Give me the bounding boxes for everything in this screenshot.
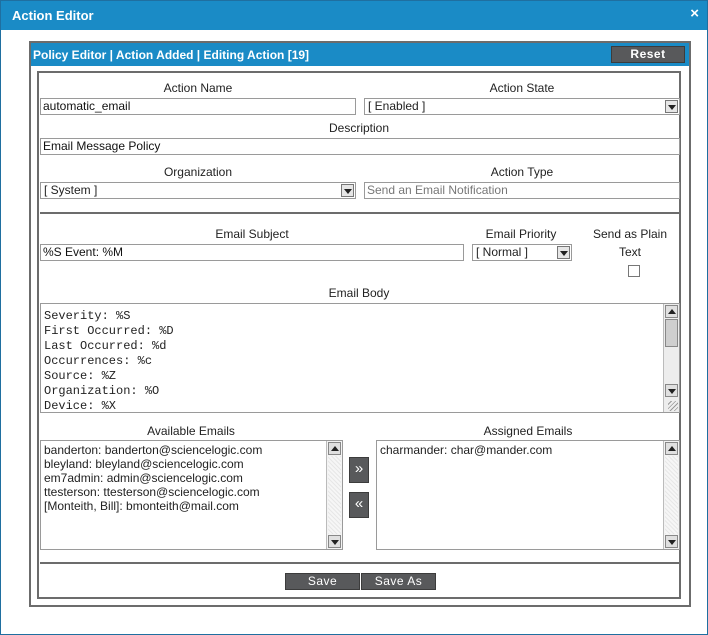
plain-text-label-2: Text — [618, 245, 641, 259]
list-item[interactable]: em7admin: admin@sciencelogic.com — [44, 471, 262, 485]
description-label: Description — [328, 121, 390, 135]
available-emails-scrollbar[interactable] — [326, 441, 342, 549]
email-body-scrollbar[interactable] — [663, 304, 679, 412]
scroll-down-icon[interactable] — [665, 384, 678, 397]
scroll-down-icon[interactable] — [665, 535, 678, 548]
double-chevron-right-icon[interactable]: » — [349, 457, 369, 483]
action-editor-window: Action Editor × Policy Editor | Action A… — [0, 0, 708, 635]
assigned-emails-list[interactable]: charmander: char@mander.com — [376, 440, 680, 550]
scroll-thumb[interactable] — [665, 319, 678, 347]
scroll-up-icon[interactable] — [665, 442, 678, 455]
list-item[interactable]: banderton: banderton@sciencelogic.com — [44, 443, 262, 457]
scroll-track[interactable] — [665, 456, 678, 534]
list-item[interactable]: charmander: char@mander.com — [380, 443, 552, 457]
email-priority-value: [ Normal ] — [476, 245, 529, 259]
panel-title: Policy Editor | Action Added | Editing A… — [33, 48, 310, 62]
action-name-label: Action Name — [163, 81, 233, 95]
action-type-label: Action Type — [490, 165, 554, 179]
chevron-down-icon[interactable] — [341, 184, 354, 197]
list-item[interactable]: ttesterson: ttesterson@sciencelogic.com — [44, 485, 262, 499]
save-as-button[interactable]: Save As — [361, 573, 436, 590]
list-item[interactable]: [Monteith, Bill]: bmonteith@mail.com — [44, 499, 262, 513]
action-name-input[interactable]: automatic_email — [40, 98, 356, 115]
policy-editor-panel: Policy Editor | Action Added | Editing A… — [29, 41, 691, 607]
window-title: Action Editor — [12, 8, 94, 23]
double-chevron-left-icon[interactable]: « — [349, 492, 369, 518]
action-state-select[interactable]: [ Enabled ] — [364, 98, 680, 115]
email-priority-select[interactable]: [ Normal ] — [472, 244, 572, 261]
reset-button[interactable]: Reset — [611, 46, 685, 63]
email-body-line: Source: %Z — [44, 369, 117, 383]
resize-grip-icon[interactable] — [668, 401, 678, 411]
window-titlebar: Action Editor × — [1, 1, 707, 30]
description-input[interactable]: Email Message Policy — [40, 138, 680, 155]
email-body-text: Severity: %S First Occurred: %D Last Occur… — [44, 309, 174, 413]
scroll-track[interactable] — [328, 456, 341, 534]
email-body-line: First Occurred: %D — [44, 324, 174, 338]
email-priority-label: Email Priority — [485, 227, 557, 241]
section-divider — [40, 212, 680, 214]
available-emails-label: Available Emails — [147, 424, 235, 438]
chevron-down-icon[interactable] — [665, 100, 678, 113]
email-body-line: Device: %X — [44, 399, 117, 413]
email-subject-input[interactable]: %S Event: %M — [40, 244, 464, 261]
close-icon[interactable]: × — [690, 6, 699, 22]
email-body-line: Last Occurred: %d — [44, 339, 167, 353]
scroll-up-icon[interactable] — [665, 305, 678, 318]
panel-header: Policy Editor | Action Added | Editing A… — [31, 43, 689, 66]
organization-value: [ System ] — [44, 183, 98, 197]
available-emails-list[interactable]: banderton: banderton@sciencelogic.com ble… — [40, 440, 343, 550]
organization-select[interactable]: [ System ] — [40, 182, 356, 199]
list-item[interactable]: bleyland: bleyland@sciencelogic.com — [44, 457, 262, 471]
save-button[interactable]: Save — [285, 573, 360, 590]
assigned-emails-scrollbar[interactable] — [663, 441, 679, 549]
email-body-textarea[interactable]: Severity: %S First Occurred: %D Last Occur… — [40, 303, 680, 413]
footer-divider — [40, 562, 680, 564]
plain-text-label-1: Send as Plain — [592, 227, 668, 241]
available-emails-items: banderton: banderton@sciencelogic.com ble… — [44, 443, 262, 513]
scroll-down-icon[interactable] — [328, 535, 341, 548]
email-body-label: Email Body — [328, 286, 390, 300]
email-subject-label: Email Subject — [215, 227, 289, 241]
chevron-down-icon[interactable] — [557, 246, 570, 259]
plain-text-checkbox[interactable] — [628, 265, 640, 277]
assigned-emails-items: charmander: char@mander.com — [380, 443, 552, 457]
scroll-up-icon[interactable] — [328, 442, 341, 455]
email-body-line: Occurrences: %c — [44, 354, 153, 368]
action-state-label: Action State — [489, 81, 555, 95]
email-body-line: Organization: %O — [44, 384, 160, 398]
assigned-emails-label: Assigned Emails — [483, 424, 573, 438]
organization-label: Organization — [163, 165, 233, 179]
email-body-line: Severity: %S — [44, 309, 131, 323]
action-type-field: Send an Email Notification — [364, 182, 680, 199]
action-state-value: [ Enabled ] — [368, 99, 426, 113]
form-container: Action Name Action State automatic_email… — [37, 71, 681, 599]
